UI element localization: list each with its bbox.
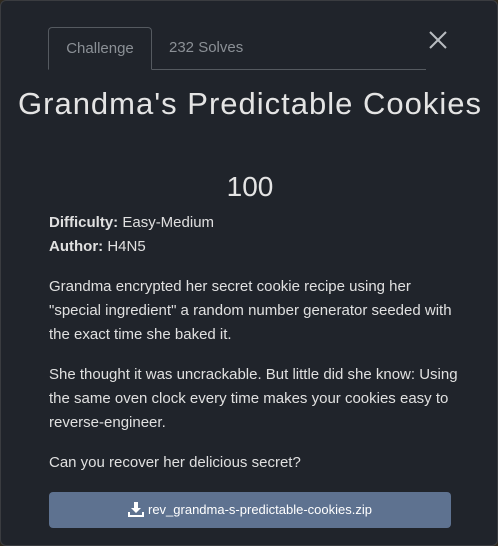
close-button[interactable] [427, 29, 449, 51]
challenge-modal: Challenge 232 Solves Grandma's Predictab… [0, 0, 498, 546]
description-paragraph: Can you recover her delicious secret? [49, 454, 301, 471]
download-file-button[interactable]: rev_grandma-s-predictable-cookies.zip [49, 492, 451, 528]
description-paragraph: She thought it was uncrackable. But litt… [49, 366, 458, 431]
close-icon [429, 31, 447, 49]
author-label: Author: [49, 238, 104, 255]
description-paragraph: Grandma encrypted her secret cookie reci… [49, 278, 452, 343]
download-filename: rev_grandma-s-predictable-cookies.zip [148, 502, 372, 517]
author-line: Author: H4N5 [49, 237, 146, 257]
challenge-title: Grandma's Predictable Cookies [18, 86, 482, 121]
tab-bar: Challenge 232 Solves [48, 27, 426, 70]
difficulty-value: Easy-Medium [122, 214, 215, 231]
challenge-points: 100 [226, 171, 274, 202]
tab-challenge[interactable]: Challenge [48, 27, 152, 70]
author-value: H4N5 [107, 238, 146, 255]
download-icon [128, 502, 144, 517]
tab-solves[interactable]: 232 Solves [169, 27, 243, 69]
difficulty-line: Difficulty: Easy-Medium [49, 213, 214, 233]
difficulty-label: Difficulty: [49, 214, 119, 231]
